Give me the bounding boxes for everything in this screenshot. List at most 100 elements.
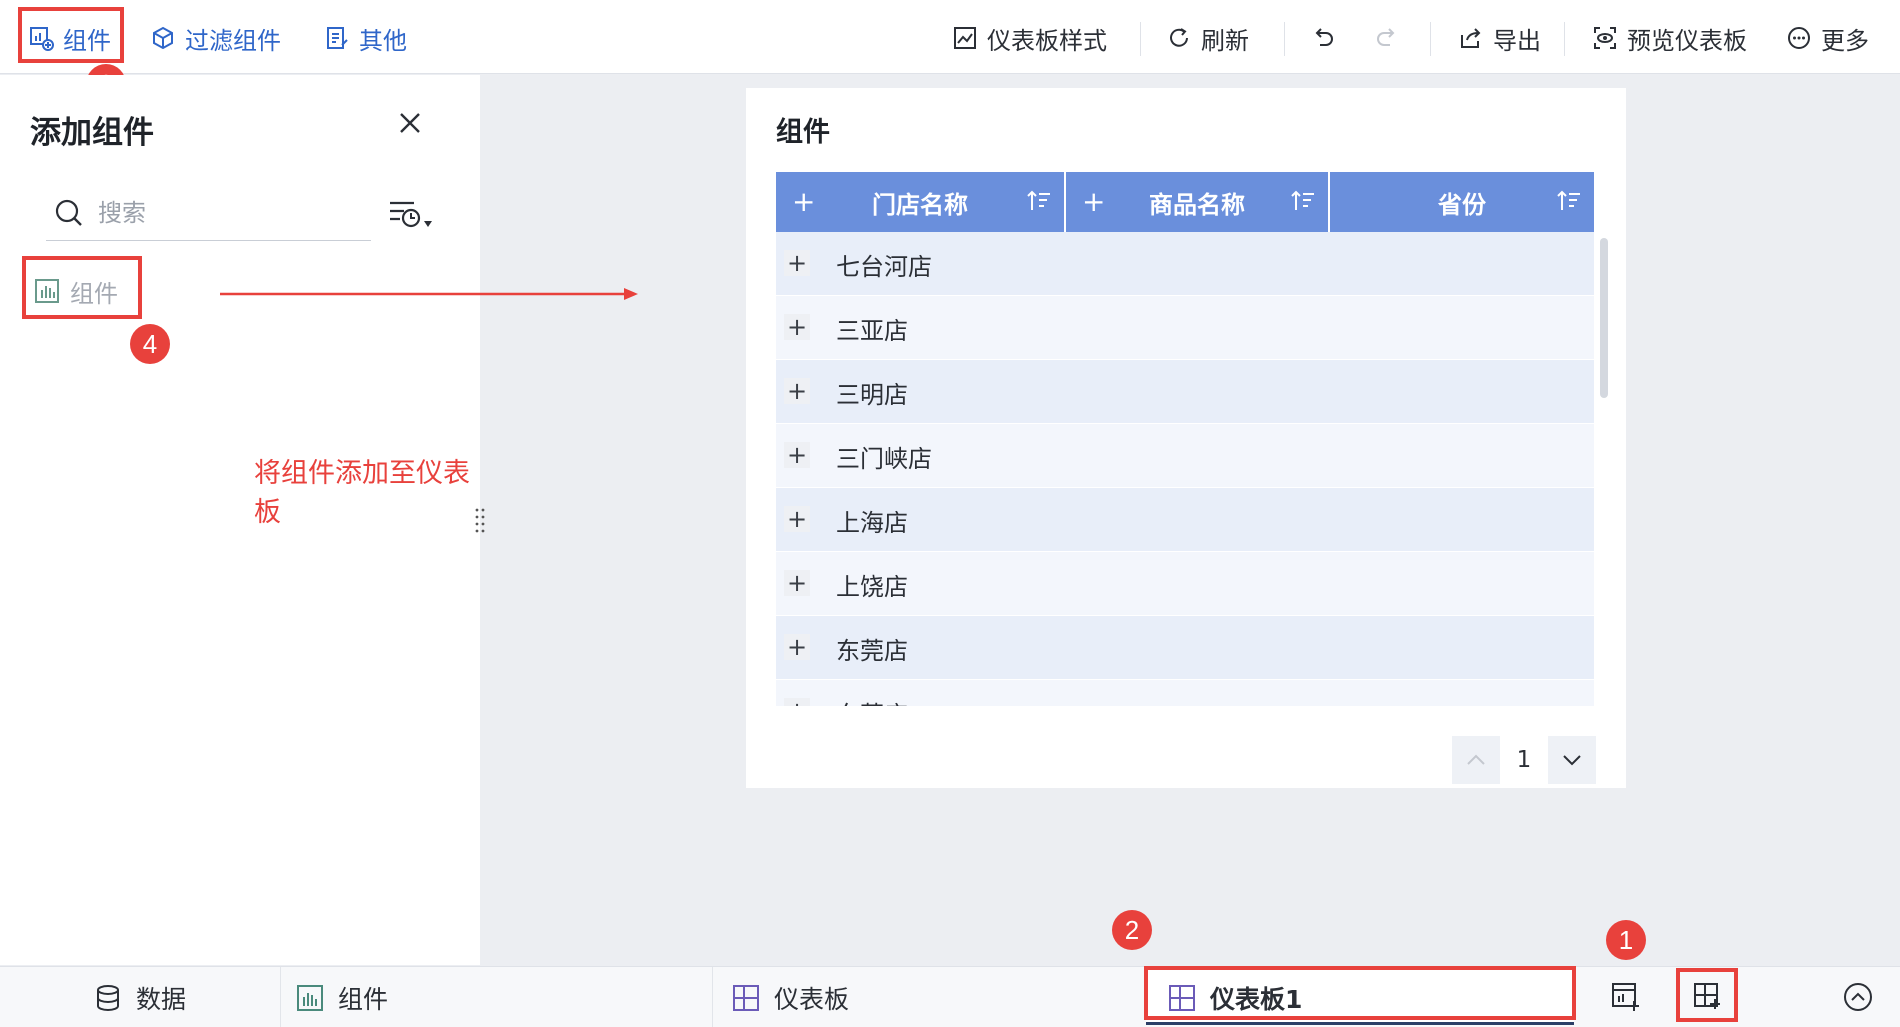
database-icon <box>97 985 119 1011</box>
sort-icon[interactable] <box>1556 188 1582 214</box>
toolbar-divider <box>1140 22 1141 56</box>
row-label: 三门峡店 <box>836 445 932 473</box>
bar-chart-icon <box>297 985 323 1011</box>
export-icon <box>1461 28 1481 48</box>
bottom-divider <box>712 967 713 1027</box>
row-expand-icon[interactable]: + <box>784 569 810 597</box>
export-label: 导出 <box>1493 26 1541 55</box>
resize-handle-icon[interactable] <box>474 506 486 536</box>
table-row[interactable]: + 三亚店 <box>776 296 1594 360</box>
component-add-icon <box>30 27 54 51</box>
dashboard-grid-icon <box>1169 985 1195 1011</box>
dashboard1-label: 仪表板1 <box>1210 985 1303 1014</box>
history-filter-icon[interactable] <box>388 197 440 233</box>
bottom-component-tab[interactable]: 组件 <box>296 977 388 1019</box>
more-button[interactable]: 更多 <box>1786 18 1869 58</box>
bottom-bar: 数据 组件 仪表板 仪表板1 <box>0 966 1900 1027</box>
toolbar-filter-component-button[interactable]: 过滤组件 <box>150 18 281 58</box>
table-row[interactable]: + 三门峡店 <box>776 424 1594 488</box>
table-row[interactable]: + 七台河店 <box>776 232 1594 296</box>
filter-cube-icon <box>153 26 173 50</box>
step-badge-1: 1 <box>1606 920 1646 960</box>
row-label: 七台河店 <box>836 253 932 281</box>
toolbar-component-button[interactable]: 组件 <box>28 18 111 58</box>
more-label: 更多 <box>1821 26 1869 55</box>
row-expand-icon[interactable]: + <box>784 697 810 706</box>
add-component-panel: 添加组件 组件 将组件添加至仪表板 <box>0 75 480 965</box>
toolbar-divider <box>1430 22 1431 56</box>
dashboard-widget[interactable]: 组件 + 门店名称 + 商品名称 省份 + 七台河店 + 三亚店 + 三明店 +… <box>746 88 1626 788</box>
dashboard-style-label: 仪表板样式 <box>987 26 1107 55</box>
row-expand-icon[interactable]: + <box>784 313 810 341</box>
dashboard-style-button[interactable]: 仪表板样式 <box>952 18 1107 58</box>
column-header-label: 门店名称 <box>872 190 968 219</box>
column-header-province[interactable]: 省份 <box>1330 172 1594 232</box>
component-item-label: 组件 <box>70 279 118 308</box>
toolbar-other-button[interactable]: 其他 <box>324 18 407 58</box>
data-table: + 门店名称 + 商品名称 省份 + 七台河店 + 三亚店 + 三明店 + 三门… <box>776 172 1594 706</box>
row-label: 上海店 <box>836 509 908 537</box>
search-box <box>46 185 371 241</box>
toolbar-filter-component-label: 过滤组件 <box>185 26 281 55</box>
add-dashboard-icon[interactable] <box>1692 981 1724 1013</box>
sort-icon[interactable] <box>1290 188 1316 214</box>
page-number: 1 <box>1516 747 1532 773</box>
row-expand-icon[interactable]: + <box>784 249 810 277</box>
undo-icon <box>1315 28 1333 46</box>
widget-title: 组件 <box>776 117 830 148</box>
table-row[interactable]: + 东莞店 <box>776 680 1594 706</box>
table-row[interactable]: + 上饶店 <box>776 552 1594 616</box>
page-down-button[interactable] <box>1548 736 1596 784</box>
dashboard-grid-icon <box>733 985 759 1011</box>
table-row[interactable]: + 上海店 <box>776 488 1594 552</box>
refresh-button[interactable]: 刷新 <box>1166 18 1249 58</box>
table-row[interactable]: + 东莞店 <box>776 616 1594 680</box>
refresh-icon <box>1170 28 1188 47</box>
bar-chart-icon <box>35 279 59 303</box>
chevron-down-icon <box>1563 755 1581 766</box>
table-header: + 门店名称 + 商品名称 省份 <box>776 172 1594 232</box>
row-label: 三明店 <box>836 381 908 409</box>
preview-dashboard-label: 预览仪表板 <box>1627 26 1747 55</box>
add-component-icon[interactable] <box>1610 981 1642 1013</box>
dashboard-style-icon <box>954 27 976 49</box>
row-expand-icon[interactable]: + <box>784 633 810 661</box>
column-header-product[interactable]: + 商品名称 <box>1066 172 1330 232</box>
page-up-button[interactable] <box>1452 736 1500 784</box>
undo-button[interactable] <box>1310 18 1336 58</box>
dashboard1-tab[interactable]: 仪表板1 <box>1168 977 1302 1019</box>
row-label: 上饶店 <box>836 573 908 601</box>
sort-icon[interactable] <box>1026 188 1052 214</box>
column-header-store[interactable]: + 门店名称 <box>776 172 1066 232</box>
expand-plus-icon[interactable]: + <box>1082 185 1105 218</box>
export-button[interactable]: 导出 <box>1458 18 1541 58</box>
chevron-up-icon <box>1467 754 1485 765</box>
expand-plus-icon[interactable]: + <box>792 185 815 218</box>
bottom-dashboard-tab[interactable]: 仪表板 <box>732 977 849 1019</box>
component-list-item[interactable]: 组件 <box>34 271 118 311</box>
bottom-data-tab[interactable]: 数据 <box>94 977 186 1019</box>
search-input[interactable] <box>98 198 348 227</box>
collapse-up-icon[interactable] <box>1842 981 1874 1013</box>
close-icon[interactable] <box>396 109 424 137</box>
row-expand-icon[interactable]: + <box>784 505 810 533</box>
step-badge-4: 4 <box>130 324 170 364</box>
table-scrollbar[interactable] <box>1600 238 1608 398</box>
refresh-label: 刷新 <box>1201 26 1249 55</box>
column-header-label: 商品名称 <box>1149 190 1245 219</box>
bottom-data-label: 数据 <box>136 985 187 1014</box>
panel-title: 添加组件 <box>30 115 154 151</box>
bottom-divider <box>280 967 281 1027</box>
redo-button[interactable] <box>1374 18 1400 58</box>
drag-arrow-icon <box>220 288 638 300</box>
preview-dashboard-button[interactable]: 预览仪表板 <box>1592 18 1747 58</box>
preview-eye-icon <box>1594 27 1616 49</box>
table-row[interactable]: + 三明店 <box>776 360 1594 424</box>
top-toolbar: 组件 过滤组件 其他 仪表板样式 刷新 导出 预览仪表板 更多 <box>0 0 1900 74</box>
row-expand-icon[interactable]: + <box>784 377 810 405</box>
search-icon <box>55 199 82 226</box>
row-expand-icon[interactable]: + <box>784 441 810 469</box>
toolbar-other-label: 其他 <box>359 26 407 55</box>
pagination: 1 <box>1452 736 1596 784</box>
redo-icon <box>1377 28 1395 46</box>
